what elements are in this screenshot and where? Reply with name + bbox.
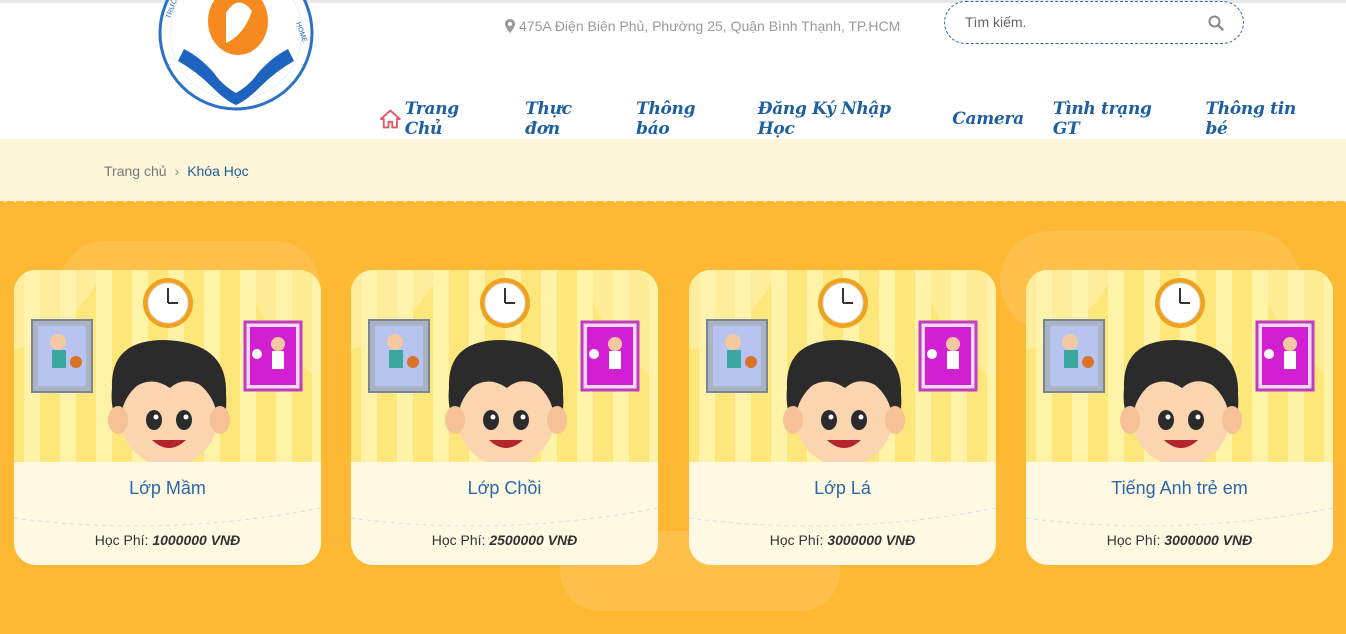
course-image (1026, 270, 1333, 470)
fee-label: Học Phí: (431, 532, 486, 548)
course-image (14, 270, 321, 470)
fee-label: Học Phí: (769, 532, 824, 548)
nav-item-home[interactable]: Trang Chủ (380, 99, 496, 139)
course-fee: Học Phí: 3000000 VNĐ (1026, 532, 1333, 548)
breadcrumb: Trang chủ › Khóa Học (104, 163, 249, 179)
nav-label-enrollment: Đăng Ký Nhập Học (757, 99, 891, 139)
course-fee: Học Phí: 1000000 VNĐ (14, 532, 321, 548)
breadcrumb-current: Khóa Học (187, 163, 249, 179)
nav-label-home: Trang Chủ (404, 99, 459, 139)
nav-item-enrollment[interactable]: Đăng Ký Nhập Học (758, 99, 924, 139)
zigzag-divider (3, 201, 1346, 203)
address: 475A Điện Biên Phủ, Phường 25, Quận Bình… (505, 18, 900, 34)
nav-label-child-info: Thông tin bé (1205, 99, 1296, 139)
breadcrumb-bar: Trang chủ › Khóa Học (0, 139, 1346, 201)
course-fee: Học Phí: 3000000 VNĐ (689, 532, 996, 548)
nav-label-menu: Thực đơn (525, 99, 572, 139)
fee-value: 1000000 VNĐ (152, 532, 241, 548)
address-text: 475A Điện Biên Phủ, Phường 25, Quận Bình… (519, 18, 901, 34)
fee-value: 3000000 VNĐ (1164, 532, 1253, 548)
fee-value: 3000000 VNĐ (827, 532, 916, 548)
course-name: Lớp Lá (814, 478, 871, 498)
nav-item-announcements[interactable]: Thông báo (636, 99, 729, 139)
fee-label: Học Phí: (94, 532, 149, 548)
home-icon (380, 109, 401, 129)
search-box (944, 1, 1244, 44)
site-header: HOME TRƯỜNG 475A Điện Biên Phủ, Phường 2… (0, 0, 1346, 141)
course-card[interactable]: Tiếng Anh trẻ em Học Phí: 3000000 VNĐ (1026, 270, 1333, 565)
nav-item-menu[interactable]: Thực đơn (525, 99, 607, 139)
course-card[interactable]: Lớp Lá Học Phí: 3000000 VNĐ (689, 270, 996, 565)
map-pin-icon (505, 19, 515, 33)
nav-label-camera: Camera (952, 109, 1024, 129)
search-icon[interactable] (1207, 14, 1225, 32)
search-input[interactable] (965, 14, 1205, 30)
course-fee: Học Phí: 2500000 VNĐ (351, 532, 658, 548)
breadcrumb-separator: › (174, 163, 180, 179)
fee-label: Học Phí: (1106, 532, 1161, 548)
nav-item-camera[interactable]: Camera (952, 109, 1024, 129)
course-name: Tiếng Anh trẻ em (1111, 478, 1248, 498)
nav-item-child-info[interactable]: Thông tin bé (1205, 99, 1317, 139)
nav-label-announcements: Thông báo (636, 99, 696, 139)
breadcrumb-home-link[interactable]: Trang chủ (104, 163, 167, 179)
course-name: Lớp Chồi (467, 478, 542, 498)
main-nav: Trang Chủ Thực đơn Thông báo Đăng Ký Nhậ… (380, 99, 1346, 139)
course-card[interactable]: Lớp Chồi Học Phí: 2500000 VNĐ (351, 270, 658, 565)
fee-value: 2500000 VNĐ (489, 532, 578, 548)
nav-label-status: Tình trạng GT (1052, 99, 1152, 139)
nav-item-status[interactable]: Tình trạng GT (1053, 99, 1177, 139)
school-logo[interactable]: HOME TRƯỜNG (156, 0, 316, 115)
course-card[interactable]: Lớp Mầm Học Phí: 1000000 VNĐ (14, 270, 321, 565)
course-name: Lớp Mầm (129, 478, 206, 498)
course-image (351, 270, 658, 470)
course-image (689, 270, 996, 470)
